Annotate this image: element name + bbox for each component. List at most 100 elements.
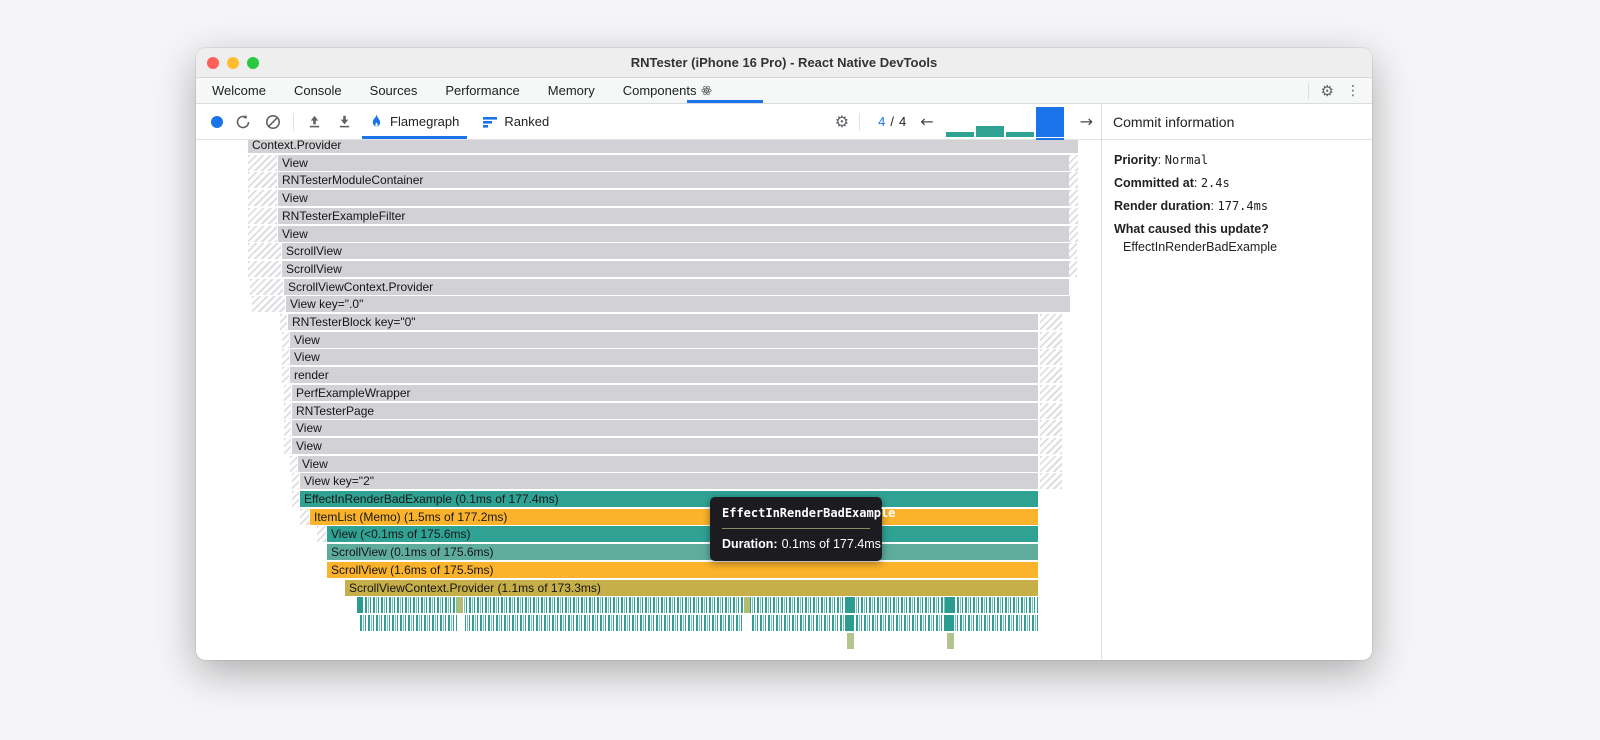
flame-bar[interactable]: PerfExampleWrapper — [292, 384, 1038, 401]
clear-profile-button[interactable] — [263, 112, 283, 132]
flame-bar-small[interactable] — [947, 632, 954, 649]
toolbar-divider — [293, 112, 294, 131]
flame-bar[interactable]: ScrollView (0.1ms of 175.6ms) — [327, 544, 1038, 561]
flame-icon — [370, 114, 383, 129]
commit-bar[interactable] — [975, 125, 1004, 137]
save-profile-button[interactable] — [334, 112, 354, 132]
hatch-left — [284, 437, 291, 454]
hatch-left — [248, 207, 277, 224]
hatch-right — [1040, 331, 1062, 348]
hatch-right — [1069, 243, 1077, 260]
tab-memory[interactable]: Memory — [546, 78, 597, 103]
flame-stripe-row[interactable] — [360, 614, 1038, 631]
flame-stripe-row[interactable] — [357, 597, 1038, 614]
hatch-left — [280, 314, 287, 330]
flame-bar[interactable]: View — [278, 190, 1069, 207]
record-button[interactable] — [211, 115, 223, 128]
hatch-left — [292, 491, 299, 507]
hatch-right — [1040, 314, 1062, 330]
hatch-left — [284, 402, 291, 419]
hatch-right — [1040, 349, 1062, 366]
hatch-right — [1069, 190, 1078, 207]
flame-bar[interactable]: View — [278, 154, 1069, 171]
tab-flamegraph[interactable]: Flamegraph — [362, 104, 468, 139]
committed-at-row: Committed at: 2.4s — [1114, 176, 1230, 190]
flame-bar[interactable]: View key="2" — [300, 473, 1038, 490]
tab-performance[interactable]: Performance — [443, 78, 521, 103]
flame-bar[interactable]: View — [290, 349, 1038, 366]
prev-commit-button[interactable]: ← — [920, 112, 933, 131]
commit-current: 4 — [878, 114, 886, 129]
tooltip-component-name: EffectInRenderBadExample — [722, 506, 895, 529]
flame-bar[interactable]: View — [290, 331, 1038, 348]
tab-welcome[interactable]: Welcome — [210, 78, 268, 103]
flame-tooltip: EffectInRenderBadExample Duration: 0.1ms … — [710, 497, 895, 561]
update-cause-row: What caused this update? EffectInRenderB… — [1114, 222, 1360, 254]
next-commit-button[interactable]: → — [1080, 112, 1093, 131]
hatch-left — [250, 278, 283, 295]
commit-selector — [945, 106, 1064, 141]
flame-bar[interactable]: View key=".0" — [286, 296, 1070, 313]
flame-bar[interactable]: View — [298, 455, 1038, 472]
flame-bar[interactable]: EffectInRenderBadExample (0.1ms of 177.4… — [300, 491, 1038, 507]
tab-profiler-selected-underline[interactable] — [687, 100, 763, 103]
flame-bar-small[interactable] — [847, 632, 854, 649]
hatch-right — [1069, 207, 1078, 224]
minimize-button[interactable] — [227, 56, 239, 69]
commit-bar[interactable] — [1035, 106, 1064, 137]
commit-info-header: Commit information — [1102, 104, 1372, 140]
devtools-window: RNTester (iPhone 16 Pro) - React Native … — [196, 48, 1372, 660]
flame-bar[interactable]: RNTesterModuleContainer — [278, 172, 1069, 189]
flame-bar[interactable]: View — [278, 225, 1069, 242]
zoom-button[interactable] — [247, 56, 259, 69]
commit-counter: 4 / 4 — [878, 114, 907, 129]
stripe-overlay — [845, 614, 854, 631]
flame-bar[interactable]: View — [292, 437, 1038, 454]
hatch-left — [290, 455, 297, 472]
stripe-overlay — [945, 614, 954, 631]
close-button[interactable] — [207, 56, 219, 69]
flame-bar[interactable]: ScrollView — [282, 260, 1069, 277]
update-cause-value[interactable]: EffectInRenderBadExample — [1114, 240, 1360, 254]
hatch-right — [1069, 260, 1077, 277]
hatch-right — [1040, 420, 1062, 437]
tab-ranked[interactable]: Ranked — [475, 104, 557, 139]
flame-bar[interactable]: Context.Provider — [248, 140, 1078, 153]
commit-bar[interactable] — [1005, 131, 1034, 137]
flame-bar[interactable]: View — [292, 420, 1038, 437]
tab-console[interactable]: Console — [292, 78, 344, 103]
hatch-right — [1040, 367, 1062, 384]
flame-bar[interactable]: RNTesterPage — [292, 402, 1038, 419]
hatch-right — [1040, 384, 1062, 401]
hatch-left — [282, 367, 289, 384]
titlebar: RNTester (iPhone 16 Pro) - React Native … — [196, 48, 1372, 78]
flame-bar[interactable]: ItemList (Memo) (1.5ms of 177.2ms) — [310, 508, 1038, 525]
load-profile-button[interactable] — [304, 112, 324, 132]
hatch-left — [248, 172, 277, 189]
hatch-right — [1069, 154, 1078, 171]
flame-bar[interactable]: render — [290, 367, 1038, 384]
settings-gear-button[interactable]: ⚙ — [1321, 82, 1334, 100]
hatch-right — [1040, 473, 1062, 490]
more-menu-button[interactable]: ⋮ — [1346, 83, 1360, 99]
flame-bar[interactable]: ScrollView (1.6ms of 175.5ms) — [327, 561, 1038, 578]
tabbar-divider — [1307, 82, 1309, 99]
flame-bar[interactable]: RNTesterBlock key="0" — [288, 314, 1038, 330]
react-atom-icon — [701, 85, 713, 96]
profiler-settings-button[interactable]: ⚙ — [835, 112, 849, 131]
tab-sources[interactable]: Sources — [368, 78, 420, 103]
flame-bar[interactable]: RNTesterExampleFilter — [278, 207, 1069, 224]
flame-bar[interactable]: View (<0.1ms of 175.6ms) — [327, 526, 1038, 543]
hatch-right — [1040, 402, 1062, 419]
priority-row: Priority: Normal — [1114, 153, 1209, 167]
toolbar-divider — [859, 112, 861, 131]
flame-bar[interactable]: ScrollViewContext.Provider (1.1ms of 173… — [345, 579, 1038, 596]
hatch-right — [1069, 172, 1078, 189]
reload-and-profile-button[interactable] — [233, 112, 253, 132]
flame-bar[interactable]: ScrollViewContext.Provider — [284, 278, 1069, 295]
flame-bar[interactable]: ScrollView — [282, 243, 1069, 260]
devtools-tabbar: Welcome Console Sources Performance Memo… — [196, 78, 1372, 104]
hatch-left — [252, 296, 285, 313]
commit-bar[interactable] — [945, 131, 974, 137]
hatch-left — [248, 260, 281, 277]
